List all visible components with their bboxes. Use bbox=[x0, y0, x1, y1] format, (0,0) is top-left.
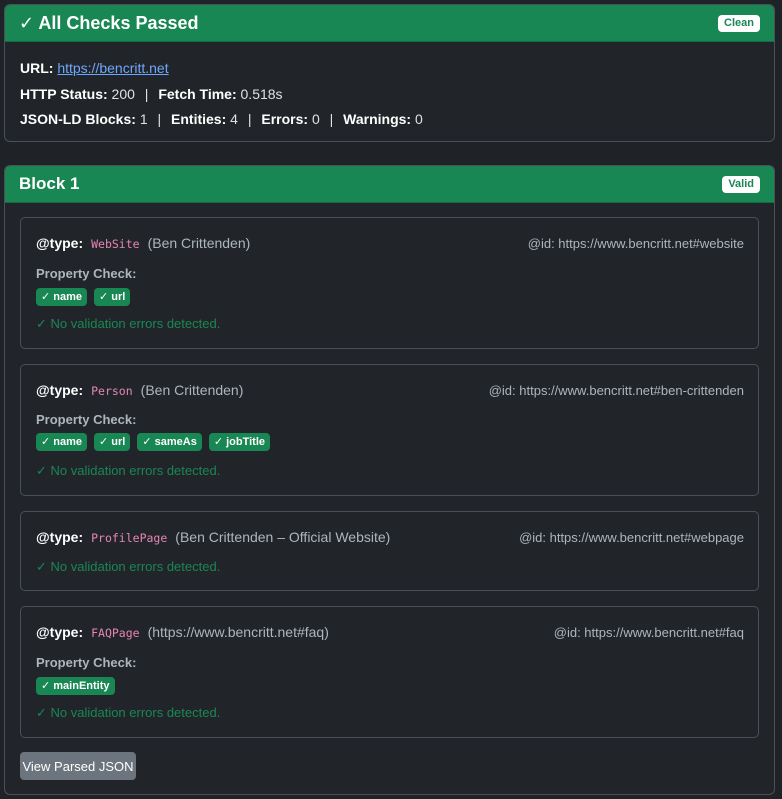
no-errors-text: ✓ No validation errors detected. bbox=[36, 316, 221, 331]
entity-card-faqpage: @type: FAQPage (https://www.bencritt.net#f… bbox=[20, 606, 759, 738]
entity-type-line: @type: FAQPage (https://www.bencritt.net#f… bbox=[36, 624, 329, 640]
entity-id: @id: https://www.bencritt.net#website bbox=[527, 235, 744, 251]
entities-value: 4 bbox=[230, 111, 238, 127]
prop-pill: ✓ sameAs bbox=[137, 433, 202, 451]
entity-card-person: @type: Person (Ben Crittenden) @id: https:… bbox=[20, 364, 759, 496]
type-name: (Ben Crittenden) bbox=[140, 382, 244, 398]
entity-head: @type: ProfilePage (Ben Crittenden – Offic… bbox=[36, 529, 744, 545]
summary-title: ✓ All Checks Passed bbox=[19, 12, 199, 33]
entity-head: @type: FAQPage (https://www.bencritt.net#f… bbox=[36, 624, 744, 640]
summary-card: ✓ All Checks Passed Clean URL: https://b… bbox=[4, 4, 775, 142]
entity-id: @id: https://www.bencritt.net#ben-critte… bbox=[488, 382, 744, 398]
property-pills: ✓ name ✓ url ✓ sameAs ✓ jobTitle bbox=[36, 433, 271, 451]
no-errors-text: ✓ No validation errors detected. bbox=[36, 559, 221, 574]
separator: | bbox=[329, 111, 334, 127]
separator: | bbox=[157, 111, 162, 127]
entity-card-website: @type: WebSite (Ben Crittenden) @id: https… bbox=[20, 217, 759, 349]
type-label: @type: bbox=[36, 529, 84, 545]
fetch-time-label: Fetch Time: bbox=[158, 85, 237, 102]
entity-type-line: @type: Person (Ben Crittenden) bbox=[36, 382, 243, 398]
block-card: Block 1 Valid @type: WebSite (Ben Crittend… bbox=[4, 165, 775, 795]
no-errors-text: ✓ No validation errors detected. bbox=[36, 463, 221, 478]
stats-line: JSON-LD Blocks: 1 | Entities: 4 | Errors… bbox=[20, 107, 759, 133]
valid-badge: Valid bbox=[722, 175, 760, 193]
type-code: FAQPage bbox=[91, 626, 140, 640]
type-code: WebSite bbox=[91, 237, 140, 251]
prop-pill: ✓ mainEntity bbox=[36, 677, 115, 695]
view-parsed-json-button[interactable]: View Parsed JSON bbox=[20, 752, 136, 780]
prop-pill: ✓ jobTitle bbox=[208, 433, 271, 451]
entity-head: @type: Person (Ben Crittenden) @id: https:… bbox=[36, 382, 744, 398]
url-label: URL: bbox=[20, 60, 54, 76]
property-check-label: Property Check: bbox=[36, 266, 137, 281]
block-title: Block 1 bbox=[19, 174, 80, 193]
type-code: Person bbox=[91, 384, 133, 398]
status-badge: Clean bbox=[718, 14, 760, 32]
type-code: ProfilePage bbox=[91, 531, 168, 545]
http-status-value: 200 bbox=[111, 85, 135, 102]
entities-label: Entities: bbox=[171, 111, 227, 127]
fetch-time-value: 0.518s bbox=[240, 85, 283, 102]
type-label: @type: bbox=[36, 235, 84, 251]
property-check-label: Property Check: bbox=[36, 412, 137, 427]
type-name: (Ben Crittenden) bbox=[147, 235, 251, 251]
errors-label: Errors: bbox=[261, 111, 309, 127]
separator: | bbox=[144, 85, 149, 102]
entity-id: @id: https://www.bencritt.net#webpage bbox=[519, 529, 744, 545]
property-pills: ✓ mainEntity bbox=[36, 677, 115, 695]
entity-head: @type: WebSite (Ben Crittenden) @id: https… bbox=[36, 235, 744, 251]
blocks-label: JSON-LD Blocks: bbox=[20, 111, 136, 127]
prop-pill: ✓ name bbox=[36, 433, 88, 451]
type-name: (https://www.bencritt.net#faq) bbox=[147, 624, 329, 640]
url-link[interactable]: https://bencritt.net bbox=[57, 60, 168, 76]
errors-value: 0 bbox=[311, 111, 320, 127]
prop-pill: ✓ url bbox=[94, 288, 131, 306]
block-header: Block 1 Valid bbox=[5, 166, 774, 203]
property-pills: ✓ name ✓ url bbox=[36, 288, 131, 306]
entity-type-line: @type: WebSite (Ben Crittenden) bbox=[36, 235, 250, 251]
summary-header: ✓ All Checks Passed Clean bbox=[5, 5, 774, 42]
url-line: URL: https://bencritt.net bbox=[20, 56, 759, 82]
entity-type-line: @type: ProfilePage (Ben Crittenden – Offic… bbox=[36, 529, 390, 545]
warnings-value: 0 bbox=[414, 111, 423, 127]
type-label: @type: bbox=[36, 624, 84, 640]
type-label: @type: bbox=[36, 382, 84, 398]
prop-pill: ✓ name bbox=[36, 288, 88, 306]
property-check-label: Property Check: bbox=[36, 655, 137, 670]
blocks-value: 1 bbox=[139, 111, 148, 127]
summary-body: URL: https://bencritt.net HTTP Status: 2… bbox=[5, 42, 774, 133]
warnings-label: Warnings: bbox=[343, 111, 412, 127]
http-status-label: HTTP Status: bbox=[20, 85, 108, 102]
prop-pill: ✓ url bbox=[94, 433, 131, 451]
entity-id: @id: https://www.bencritt.net#faq bbox=[553, 624, 744, 640]
separator: | bbox=[247, 111, 252, 127]
type-name: (Ben Crittenden – Official Website) bbox=[175, 529, 391, 545]
entity-card-profilepage: @type: ProfilePage (Ben Crittenden – Offic… bbox=[20, 511, 759, 591]
no-errors-text: ✓ No validation errors detected. bbox=[36, 705, 221, 720]
http-line: HTTP Status: 200 | Fetch Time: 0.518s bbox=[20, 82, 759, 108]
